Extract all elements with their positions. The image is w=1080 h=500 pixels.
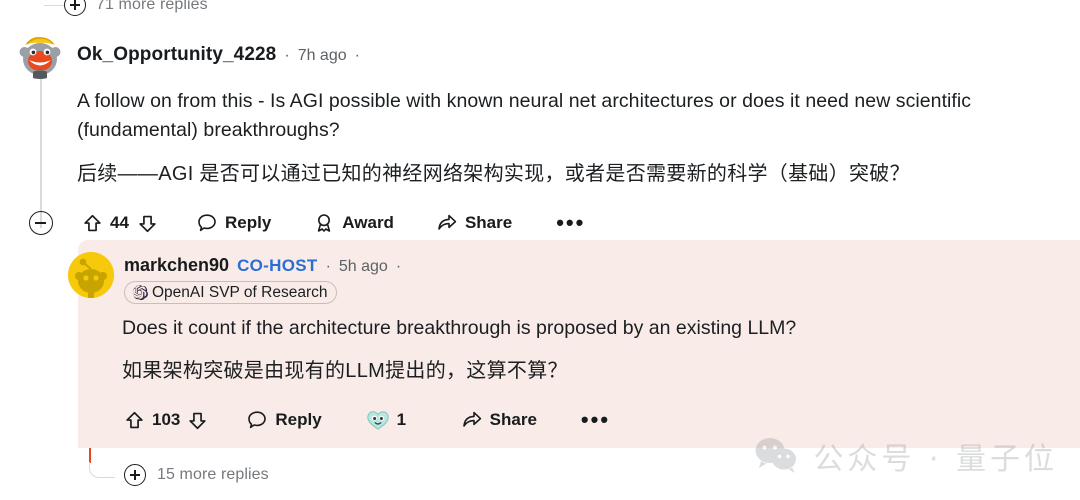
heart-eyes-award-icon xyxy=(366,411,389,430)
award-button-level1[interactable]: Award xyxy=(313,212,394,234)
comment-timestamp-level1: 7h ago xyxy=(297,47,347,64)
meta-separator-4: · xyxy=(395,258,402,275)
vote-score-level1: 44 xyxy=(110,213,129,232)
comment-level2-actionbar: 103 Reply 1 Share ••• xyxy=(124,409,610,431)
award-received-level2[interactable]: 1 xyxy=(366,409,417,431)
vote-score-level2: 103 xyxy=(152,410,181,429)
award-medal-icon xyxy=(318,214,331,232)
comment-author-level1[interactable]: Ok_Opportunity_4228 xyxy=(77,44,276,66)
thread-line-level1[interactable] xyxy=(40,78,42,228)
comment-level1-text-en: A follow on from this - Is AGI possible … xyxy=(77,90,972,141)
comment-level2-text-zh: 如果架构突破是由现有的LLM提出的，这算不算？ xyxy=(122,360,568,382)
comment-bubble-icon xyxy=(248,411,267,429)
reply-button-level1[interactable]: Reply xyxy=(196,212,271,234)
vote-group-level1: 44 xyxy=(82,213,158,234)
upvote-icon[interactable] xyxy=(82,213,103,234)
overflow-dots-level2: ••• xyxy=(580,407,611,432)
flair-label: OpenAI SVP of Research xyxy=(152,283,328,301)
meta-separator-2: · xyxy=(354,47,360,64)
thread-connector-line xyxy=(44,5,64,6)
more-replies-bottom-label: 15 more replies xyxy=(157,466,269,483)
award-label-level1: Award xyxy=(342,213,394,232)
openai-logo-icon xyxy=(132,284,148,300)
comment-level2-body: Does it count if the architecture breakt… xyxy=(122,314,982,386)
watermark: 公众号 · 量子位 xyxy=(753,434,1058,478)
reply-label-level1: Reply xyxy=(225,213,272,232)
more-replies-bottom[interactable]: 15 more replies xyxy=(124,462,269,488)
collapse-thread-button[interactable] xyxy=(29,211,53,235)
more-replies-top[interactable]: 71 more replies xyxy=(44,0,208,18)
comment-bubble-icon xyxy=(198,214,216,232)
share-button-level1[interactable]: Share xyxy=(436,212,512,234)
snoo-avatar-graphic xyxy=(14,26,66,79)
overflow-menu-level2[interactable]: ••• xyxy=(580,407,611,432)
comment-level1-actionbar: 44 Reply Award Share ••• xyxy=(29,211,585,235)
plus-circle-icon[interactable] xyxy=(64,0,86,16)
vote-group-level2: 103 xyxy=(124,410,208,431)
award-count-level2: 1 xyxy=(396,410,407,429)
watermark-text: 公众号 · 量子位 xyxy=(813,442,1058,477)
overflow-menu-level1[interactable]: ••• xyxy=(556,210,586,235)
comment-author-level2[interactable]: markchen90 xyxy=(124,255,229,276)
comment-level2-header: markchen90 CO-HOST · 5h ago · xyxy=(124,255,401,276)
reddit-comment-thread: 71 more replies Ok_Opportunity_4228 · 7h… xyxy=(0,0,1080,500)
meta-separator-1: · xyxy=(284,47,290,64)
comment-level2-text-en: Does it count if the architecture breakt… xyxy=(122,317,797,339)
share-arrow-icon xyxy=(462,411,481,427)
snoo-avatar-graphic-yellow xyxy=(68,252,114,298)
reply-button-level2[interactable]: Reply xyxy=(246,409,322,431)
avatar-ok-opportunity[interactable] xyxy=(13,25,67,79)
downvote-icon[interactable] xyxy=(137,213,158,234)
comment-level1-text-zh: 后续——AGI 是否可以通过已知的神经网络架构实现，或者是否需要新的科学（基础）… xyxy=(77,163,910,185)
comment-level1-header: Ok_Opportunity_4228 · 7h ago · xyxy=(77,44,360,66)
meta-separator-3: · xyxy=(325,258,331,275)
overflow-dots-level1: ••• xyxy=(556,210,586,235)
avatar-markchen90[interactable] xyxy=(68,252,114,298)
share-label-level1: Share xyxy=(464,213,513,232)
upvote-icon[interactable] xyxy=(124,410,145,431)
reply-label-level2: Reply xyxy=(275,410,322,429)
comment-level1-body: A follow on from this - Is AGI possible … xyxy=(77,87,1007,189)
share-label-level2: Share xyxy=(489,410,537,429)
share-button-level2[interactable]: Share xyxy=(461,409,537,431)
thread-line-elbow xyxy=(89,462,115,478)
user-flair-badge[interactable]: OpenAI SVP of Research xyxy=(124,281,338,304)
cohost-badge: CO-HOST xyxy=(237,256,318,275)
more-replies-top-label: 71 more replies xyxy=(96,0,208,13)
share-arrow-icon xyxy=(438,214,457,230)
plus-circle-icon[interactable] xyxy=(124,464,146,486)
wechat-icon xyxy=(755,438,797,473)
downvote-icon[interactable] xyxy=(187,410,208,431)
comment-timestamp-level2: 5h ago xyxy=(338,258,388,275)
